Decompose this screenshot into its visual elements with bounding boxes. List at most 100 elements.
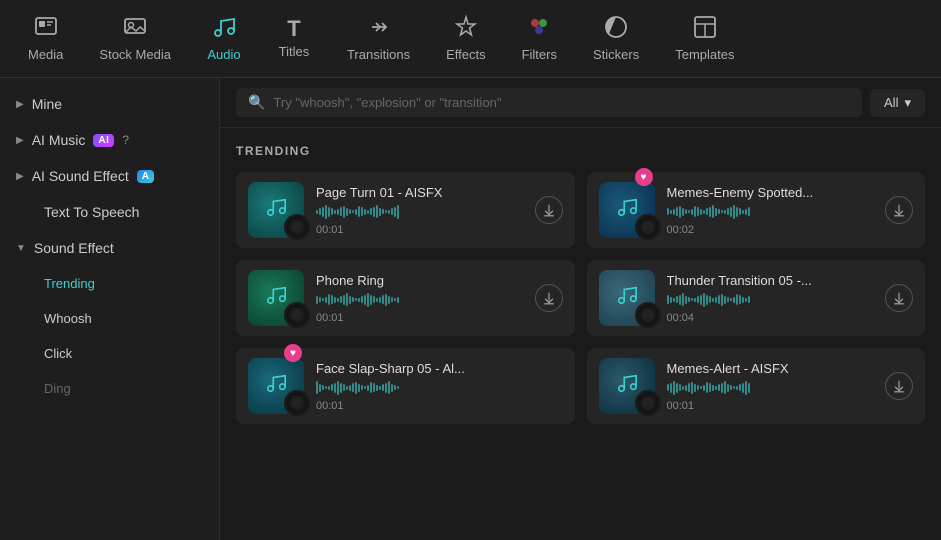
sound-card-memes-enemy[interactable]: ♥ Memes-Enemy Spotted...00:02 (587, 172, 926, 248)
sound-card-phone-ring[interactable]: Phone Ring00:01 (236, 260, 575, 336)
waveform-bar (688, 210, 690, 213)
nav-item-stock-media[interactable]: Stock Media (81, 7, 189, 70)
waveform-bar (706, 382, 708, 393)
waveform-bar (703, 293, 705, 307)
sidebar-section-ai-sound-effect[interactable]: ▶ AI Sound Effect A (0, 158, 219, 194)
sidebar: ▶ Mine ▶ AI Music AI ? ▶ AI Sound Effect… (0, 78, 220, 540)
download-button-phone-ring[interactable] (535, 284, 563, 312)
waveform-bar (676, 383, 678, 393)
waveform-bar (367, 210, 369, 214)
sound-info-face-slap: Face Slap-Sharp 05 - Al...00:01 (316, 361, 563, 412)
sound-card-face-slap[interactable]: ♥ Face Slap-Sharp 05 - Al...00:01 (236, 348, 575, 424)
download-button-page-turn-01[interactable] (535, 196, 563, 224)
ai-music-help-icon[interactable]: ? (122, 133, 129, 147)
waveform-bar (364, 209, 366, 215)
waveform-bar (346, 386, 348, 390)
waveform-bar (337, 381, 339, 395)
trending-label: Trending (44, 276, 95, 291)
waveform-bar (373, 383, 375, 392)
sidebar-section-ai-music[interactable]: ▶ AI Music AI ? (0, 122, 219, 158)
waveform-bar (697, 296, 699, 303)
music-note-icon-thunder-transition (616, 284, 638, 312)
waveform-bar (316, 381, 318, 394)
waveform-bar (349, 385, 351, 391)
waveform-bar (322, 207, 324, 217)
nav-item-audio-label: Audio (207, 47, 240, 62)
nav-item-effects[interactable]: Effects (428, 7, 504, 70)
waveform-bar (316, 210, 318, 214)
waveform-bar (364, 295, 366, 305)
sidebar-section-sound-effect[interactable]: ▼ Sound Effect (0, 230, 219, 266)
sidebar-section-mine[interactable]: ▶ Mine (0, 86, 219, 122)
waveform-bar (736, 386, 738, 390)
filter-button[interactable]: All ▾ (870, 89, 925, 117)
sound-duration-page-turn-01: 00:01 (316, 224, 523, 236)
waveform-bar (724, 381, 726, 394)
sidebar-item-ding[interactable]: Ding (0, 371, 219, 406)
sidebar-item-click[interactable]: Click (0, 336, 219, 371)
nav-item-transitions[interactable]: Transitions (329, 7, 428, 70)
sound-card-page-turn-01[interactable]: Page Turn 01 - AISFX00:01 (236, 172, 575, 248)
nav-item-stickers[interactable]: Stickers (575, 7, 657, 70)
sidebar-item-whoosh[interactable]: Whoosh (0, 301, 219, 336)
search-input-wrap[interactable]: 🔍 (236, 88, 862, 117)
sidebar-item-trending[interactable]: Trending (0, 266, 219, 301)
sound-thumbnail-face-slap (248, 358, 304, 414)
waveform-bar (727, 297, 729, 302)
sidebar-item-text-to-speech[interactable]: Text To Speech (0, 194, 219, 230)
nav-item-filters[interactable]: Filters (504, 7, 575, 70)
waveform-bar (361, 385, 363, 390)
sound-card-memes-alert[interactable]: Memes-Alert - AISFX00:01 (587, 348, 926, 424)
waveform-bar (370, 208, 372, 215)
waveform-bar (706, 208, 708, 215)
download-button-memes-enemy[interactable] (885, 196, 913, 224)
waveform-bar (328, 207, 330, 217)
waveform-bar (340, 383, 342, 393)
vinyl-disc-memes-enemy (635, 214, 661, 240)
waveform-bar (724, 296, 726, 304)
waveform-bar (397, 386, 399, 389)
waveform-bar (379, 208, 381, 216)
sound-name-phone-ring: Phone Ring (316, 273, 523, 288)
sound-info-phone-ring: Phone Ring00:01 (316, 273, 523, 324)
waveform-bar (370, 382, 372, 393)
search-input[interactable] (273, 95, 850, 110)
waveform-bar (685, 385, 687, 391)
waveform-bar (712, 298, 714, 302)
waveform-bar (352, 297, 354, 302)
waveform-bar (739, 208, 741, 215)
waveform-bar (694, 384, 696, 392)
ai-music-badge: AI (93, 134, 114, 147)
sound-card-thunder-transition[interactable]: Thunder Transition 05 -...00:04 (587, 260, 926, 336)
sound-thumbnail-memes-alert (599, 358, 655, 414)
waveform-bar (667, 208, 669, 215)
waveform-bar (352, 383, 354, 392)
whoosh-label: Whoosh (44, 311, 92, 326)
templates-icon (693, 15, 717, 43)
waveform-bar (673, 209, 675, 215)
music-note-icon-phone-ring (265, 284, 287, 312)
effects-icon (454, 15, 478, 43)
waveform-bar (358, 384, 360, 392)
nav-item-titles[interactable]: T Titles (259, 10, 329, 67)
waveform-bar (385, 210, 387, 213)
waveform-bar (682, 386, 684, 390)
waveform-bar (745, 209, 747, 215)
nav-item-templates[interactable]: Templates (657, 7, 752, 70)
waveform-bar (376, 298, 378, 302)
waveform-bar (388, 210, 390, 214)
sound-duration-thunder-transition: 00:04 (667, 312, 874, 324)
favorite-badge-face-slap: ♥ (284, 344, 302, 362)
content-area: 🔍 All ▾ TRENDING Page Turn 01 - AISFX00:… (220, 78, 941, 540)
waveform-bar (397, 297, 399, 303)
download-button-memes-alert[interactable] (885, 372, 913, 400)
nav-item-media[interactable]: Media (10, 7, 81, 70)
sound-thumbnail-memes-enemy (599, 182, 655, 238)
waveform-bar (748, 296, 750, 303)
nav-item-audio[interactable]: Audio (189, 7, 259, 70)
vinyl-disc-memes-alert (635, 390, 661, 416)
waveform-bar (319, 208, 321, 215)
waveform-bar (328, 386, 330, 390)
download-button-thunder-transition[interactable] (885, 284, 913, 312)
waveform-bar (325, 297, 327, 303)
